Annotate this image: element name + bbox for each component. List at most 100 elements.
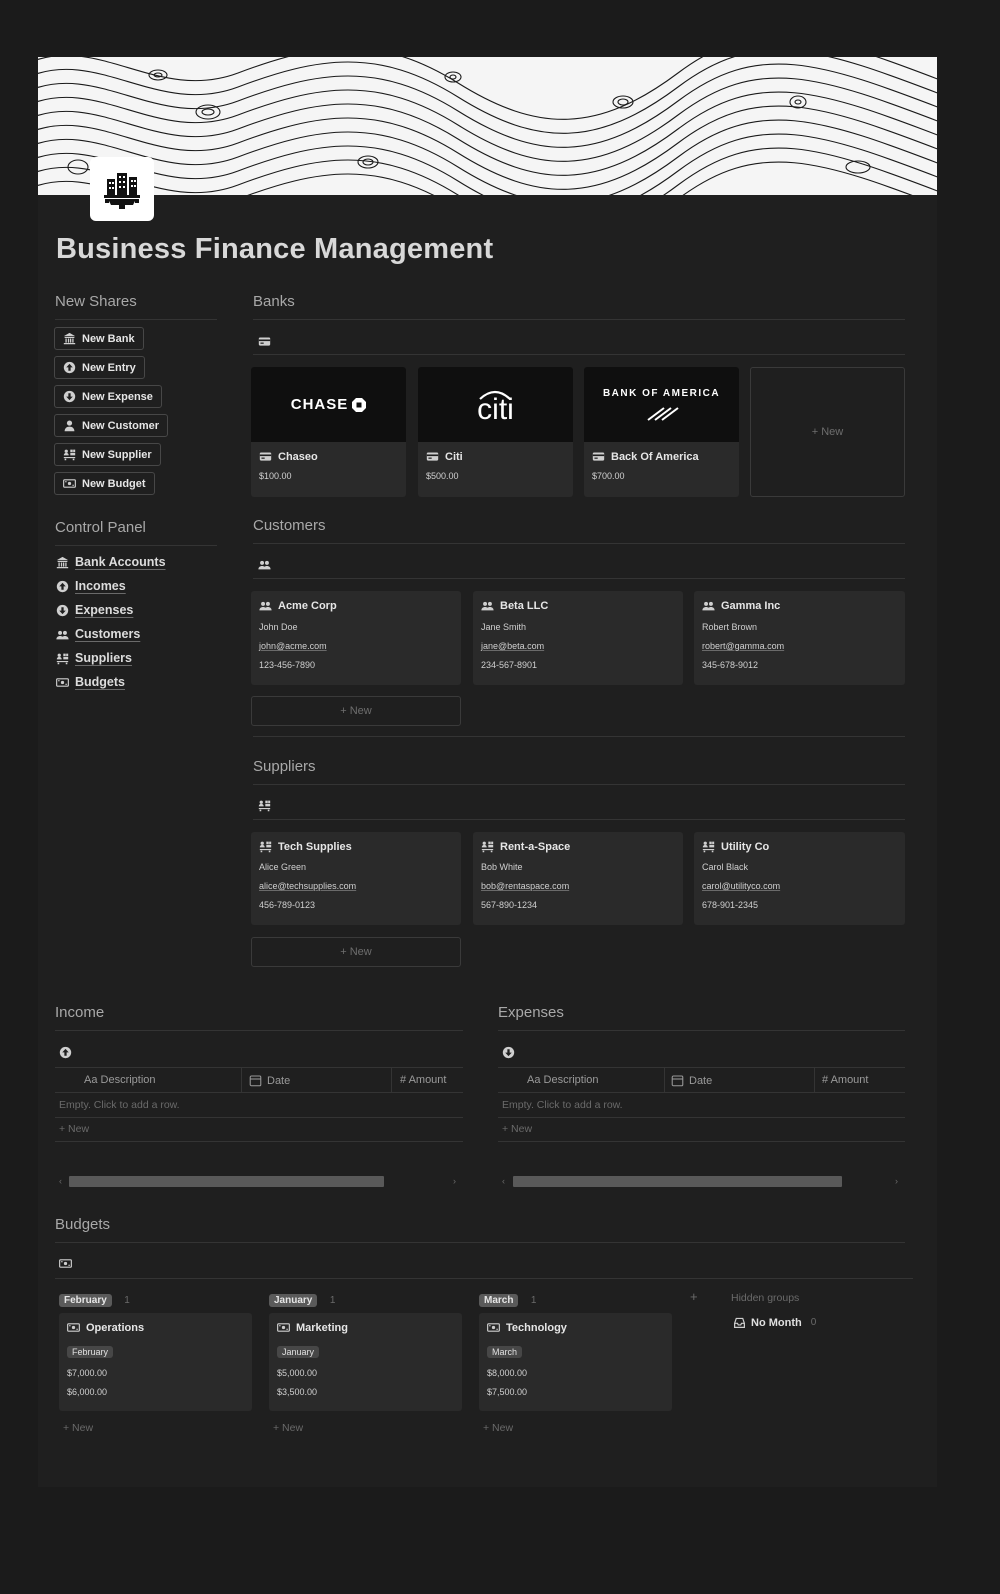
income-col-amount[interactable]: # Amount (400, 1074, 446, 1086)
nav-expenses[interactable]: Expenses (56, 603, 133, 617)
people-icon[interactable] (258, 558, 271, 571)
customer-email[interactable]: robert@gamma.com (702, 641, 897, 651)
divider (55, 1242, 905, 1243)
no-month-group[interactable]: No Month 0 (733, 1316, 816, 1329)
supplier-contact: Carol Black (702, 862, 749, 872)
arrow-down-circle-icon[interactable] (502, 1046, 515, 1059)
supplier-card-utility-co[interactable]: Utility Co Carol Black carol@utilityco.c… (694, 832, 905, 925)
bank-of-america-logo: BANK OF AMERICA (584, 367, 739, 442)
nav-customers[interactable]: Customers (56, 627, 140, 641)
budget-name: Operations (67, 1321, 244, 1334)
new-bank-card-button[interactable]: + New (750, 367, 905, 497)
budget-card-technology[interactable]: Technology March $8,000.00 $7,500.00 (479, 1313, 672, 1411)
budget-new-button[interactable]: + New (273, 1422, 303, 1434)
nav-bank-accounts[interactable]: Bank Accounts (56, 555, 166, 569)
income-empty-row[interactable]: Empty. Click to add a row. (59, 1099, 180, 1111)
budget-new-button[interactable]: + New (63, 1422, 93, 1434)
expenses-col-date[interactable]: Date (671, 1074, 712, 1087)
nav-label: Incomes (75, 579, 126, 593)
budget-group-header[interactable]: March 1 (479, 1290, 536, 1308)
supplier-card-rent-a-space[interactable]: Rent-a-Space Bob White bob@rentaspace.co… (473, 832, 683, 925)
nav-budgets[interactable]: Budgets (56, 675, 125, 689)
income-heading: Income (55, 1004, 105, 1021)
new-bank-button[interactable]: New Bank (54, 327, 144, 350)
divider (253, 578, 905, 579)
bank-name: Back Of America (592, 450, 731, 463)
money-icon[interactable] (59, 1257, 72, 1270)
new-budget-button[interactable]: New Budget (54, 472, 155, 495)
customer-card-beta[interactable]: Beta LLC Jane Smith jane@beta.com 234-56… (473, 591, 683, 685)
income-col-description[interactable]: Aa Description (84, 1074, 156, 1086)
new-supplier-card-button[interactable]: + New (251, 937, 461, 967)
customer-contact: John Doe (259, 622, 298, 632)
customer-email[interactable]: jane@beta.com (481, 641, 675, 651)
customer-email[interactable]: john@acme.com (259, 641, 453, 651)
new-expense-label: New Expense (82, 390, 153, 403)
cover-image[interactable] (38, 57, 937, 195)
new-shares-heading: New Shares (55, 293, 137, 310)
hidden-groups-label: Hidden groups (731, 1292, 800, 1304)
card-icon[interactable] (258, 335, 271, 348)
budget-card-marketing[interactable]: Marketing January $5,000.00 $3,500.00 (269, 1313, 462, 1411)
new-customer-button[interactable]: New Customer (54, 414, 169, 437)
arrow-up-circle-icon[interactable] (59, 1046, 72, 1059)
supplier-contact: Alice Green (259, 862, 307, 872)
group-month-tag: January (269, 1294, 318, 1307)
supplier-email[interactable]: alice@techsupplies.com (259, 881, 453, 891)
expenses-empty-row[interactable]: Empty. Click to add a row. (502, 1099, 623, 1111)
bank-card-citi[interactable]: citi Citi $500.00 (418, 367, 573, 497)
expenses-new-row-button[interactable]: + New (502, 1123, 532, 1135)
group-count: 1 (530, 1295, 537, 1306)
bank-card-chase[interactable]: CHASE Chaseo $100.00 (251, 367, 406, 497)
budget-group-header[interactable]: January 1 (269, 1290, 335, 1308)
income-new-row-button[interactable]: + New (59, 1123, 89, 1135)
budget-card-operations[interactable]: Operations February $7,000.00 $6,000.00 (59, 1313, 252, 1411)
nav-label: Customers (75, 627, 141, 641)
supplier-phone: 567-890-1234 (481, 900, 538, 910)
bank-name-text: Back Of America (611, 450, 699, 463)
supplier-email[interactable]: carol@utilityco.com (702, 881, 897, 891)
budget-new-button[interactable]: + New (483, 1422, 513, 1434)
supplier-icon (259, 840, 272, 853)
nav-label: Bank Accounts (75, 555, 166, 569)
customer-card-acme[interactable]: Acme Corp John Doe john@acme.com 123-456… (251, 591, 461, 685)
customer-contact: Robert Brown (702, 622, 758, 632)
bank-card-bank-of-america[interactable]: BANK OF AMERICA Back Of America $700.00 (584, 367, 739, 497)
new-expense-button[interactable]: New Expense (54, 385, 162, 408)
budget-name: Technology (487, 1321, 664, 1334)
add-group-button[interactable]: + (690, 1289, 698, 1304)
column-divider (391, 1068, 392, 1092)
bank-icon (56, 556, 69, 569)
supplier-phone: 678-901-2345 (702, 900, 759, 910)
arrow-up-circle-icon (56, 580, 69, 593)
supplier-icon[interactable] (258, 799, 271, 812)
new-customer-card-button[interactable]: + New (251, 696, 461, 726)
boa-logo-text: BANK OF AMERICA (602, 387, 721, 399)
expenses-scrollbar[interactable] (513, 1176, 842, 1187)
expenses-col-amount[interactable]: # Amount (822, 1074, 868, 1086)
scroll-right-icon[interactable]: › (895, 1176, 898, 1186)
nav-label: Budgets (75, 675, 125, 689)
scroll-right-icon[interactable]: › (453, 1176, 456, 1186)
divider (498, 1030, 905, 1031)
nav-incomes[interactable]: Incomes (56, 579, 126, 593)
budget-spent: $3,500.00 (277, 1387, 318, 1397)
new-entry-button[interactable]: New Entry (54, 356, 145, 379)
scroll-left-icon[interactable]: ‹ (502, 1176, 505, 1186)
customer-card-gamma[interactable]: Gamma Inc Robert Brown robert@gamma.com … (694, 591, 905, 685)
budget-group-header[interactable]: February 1 (59, 1290, 130, 1308)
income-col-date[interactable]: Date (249, 1074, 290, 1087)
budget-amount: $5,000.00 (277, 1368, 318, 1378)
supplier-email[interactable]: bob@rentaspace.com (481, 881, 675, 891)
expenses-col-description[interactable]: Aa Description (527, 1074, 599, 1086)
income-scrollbar[interactable] (69, 1176, 384, 1187)
new-budget-label: New Budget (82, 477, 146, 490)
divider (253, 543, 905, 544)
new-supplier-button[interactable]: New Supplier (54, 443, 161, 466)
citi-arc-icon (479, 390, 511, 400)
supplier-card-tech-supplies[interactable]: Tech Supplies Alice Green alice@techsupp… (251, 832, 461, 925)
nav-suppliers[interactable]: Suppliers (56, 651, 132, 665)
divider (55, 319, 217, 320)
page-icon[interactable] (90, 157, 154, 221)
scroll-left-icon[interactable]: ‹ (59, 1176, 62, 1186)
